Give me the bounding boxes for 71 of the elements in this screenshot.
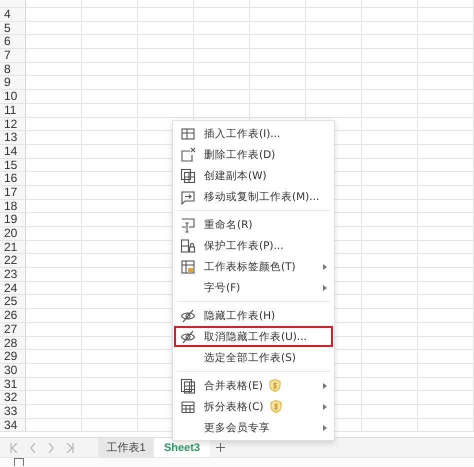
row-number[interactable]: 9: [0, 76, 26, 90]
row-number[interactable]: 13: [0, 131, 26, 144]
last-sheet-icon[interactable]: [66, 442, 74, 452]
row-number[interactable]: 12: [0, 118, 26, 130]
menu-item[interactable]: 选定全部工作表(S): [174, 347, 334, 368]
copy-sheet-icon: [180, 168, 196, 184]
insert-sheet-icon: [180, 126, 196, 142]
protect-sheet-icon: [180, 238, 196, 254]
add-sheet-icon[interactable]: [216, 443, 225, 452]
first-sheet-icon[interactable]: [10, 442, 18, 452]
member-shield-icon: [268, 379, 281, 392]
menu-item[interactable]: 插入工作表(I)...: [174, 123, 334, 144]
menu-item[interactable]: 字号(F): [174, 277, 334, 298]
menu-item[interactable]: 合并表格(E): [174, 375, 334, 396]
row-number[interactable]: 8: [0, 62, 26, 76]
menu-item[interactable]: 工作表标签颜色(T): [174, 256, 334, 277]
submenu-arrow-icon: [323, 425, 328, 431]
menu-item[interactable]: 拆分表格(C): [174, 396, 334, 417]
row-number[interactable]: 24: [0, 282, 26, 294]
rename-icon: [180, 216, 196, 232]
row-number[interactable]: 34: [0, 418, 26, 432]
row-number[interactable]: 31: [0, 378, 26, 390]
menu-item[interactable]: 删除工作表(D): [174, 144, 334, 165]
submenu-arrow-icon: [323, 285, 328, 291]
row-number[interactable]: 22: [0, 254, 26, 268]
row-number[interactable]: 14: [0, 144, 26, 158]
row-number[interactable]: 26: [0, 309, 26, 322]
row-number[interactable]: 7: [0, 49, 26, 62]
row-number[interactable]: 20: [0, 227, 26, 240]
hidden-eye-icon: [180, 328, 196, 344]
row-number[interactable]: 17: [0, 186, 26, 199]
row-number[interactable]: 27: [0, 322, 26, 336]
row-number[interactable]: 33: [0, 404, 26, 418]
row-number[interactable]: 30: [0, 364, 26, 377]
row-number[interactable]: 32: [0, 391, 26, 404]
row-number[interactable]: 21: [0, 240, 26, 254]
row-number[interactable]: 10: [0, 90, 26, 103]
menu-item[interactable]: 保护工作表(P)...: [174, 235, 334, 256]
row-number[interactable]: 16: [0, 172, 26, 185]
next-sheet-icon[interactable]: [48, 442, 54, 452]
row-number[interactable]: 19: [0, 213, 26, 226]
delete-sheet-icon: [180, 146, 196, 162]
menu-item[interactable]: 创建副本(W): [174, 165, 334, 186]
row-number[interactable]: 6: [0, 35, 26, 48]
row-number[interactable]: 15: [0, 158, 26, 172]
tab-color-icon: [180, 258, 196, 274]
submenu-arrow-icon: [323, 404, 328, 410]
row-header[interactable]: [0, 0, 26, 7]
page-icon[interactable]: [14, 458, 24, 466]
submenu-arrow-icon: [323, 383, 328, 389]
previous-sheet-icon[interactable]: [30, 442, 36, 452]
sheet-tab[interactable]: 工作表1: [98, 438, 154, 457]
row-number[interactable]: 25: [0, 295, 26, 308]
move-sheet-icon: [180, 188, 196, 204]
menu-item[interactable]: 重命名(R): [174, 214, 334, 235]
split-table-icon: [180, 398, 196, 414]
row-number[interactable]: 29: [0, 350, 26, 363]
row-number[interactable]: 5: [0, 22, 26, 34]
submenu-arrow-icon: [323, 264, 328, 270]
menu-item[interactable]: 取消隐藏工作表(U)...: [174, 326, 334, 347]
member-shield-icon: [270, 400, 282, 413]
merge-table-icon: [180, 378, 196, 394]
row-number[interactable]: 23: [0, 268, 26, 281]
row-number[interactable]: 18: [0, 200, 26, 212]
menu-item[interactable]: 更多会员专享: [174, 417, 334, 438]
row-number[interactable]: 11: [0, 104, 26, 116]
row-number[interactable]: 4: [0, 8, 26, 21]
row-number[interactable]: 28: [0, 336, 26, 350]
menu-item[interactable]: 隐藏工作表(H): [174, 305, 334, 326]
menu-item[interactable]: 移动或复制工作表(M)...: [174, 186, 334, 207]
hidden-eye-icon: [180, 308, 196, 324]
